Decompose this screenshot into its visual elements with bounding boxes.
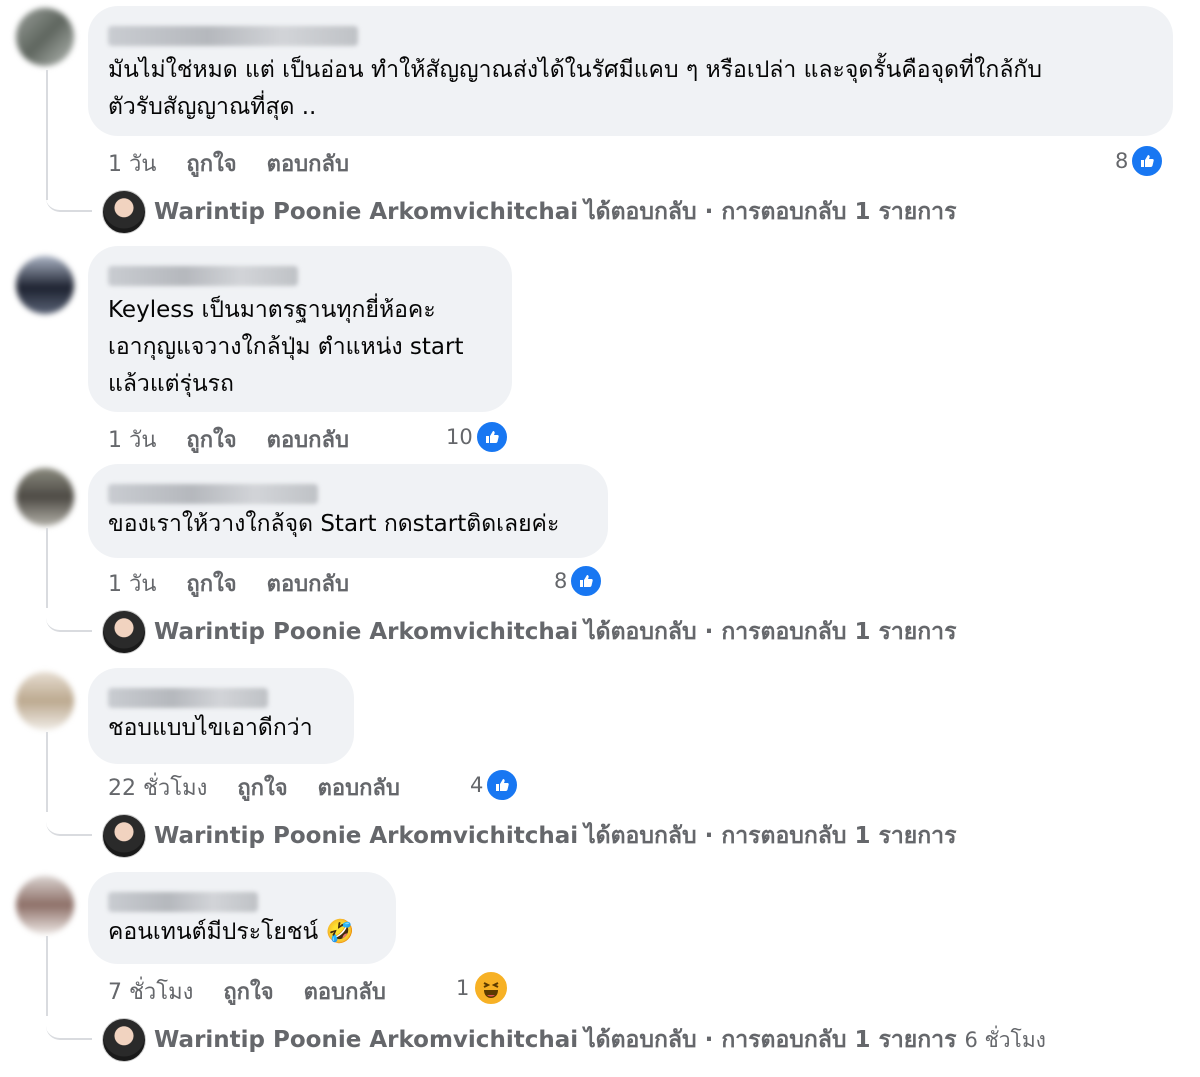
reply-avatar — [102, 190, 146, 234]
author-name-blurred[interactable] — [108, 484, 318, 504]
reply-button[interactable]: ตอบกลับ — [267, 422, 349, 457]
like-button[interactable]: ถูกใจ — [186, 566, 236, 601]
reply-summary-text[interactable]: ได้ตอบกลับ · การตอบกลับ 1 รายการ — [584, 818, 956, 854]
comment-actions: 1 วัน ถูกใจ ตอบกลับ — [108, 146, 379, 181]
reply-author-name[interactable]: Warintip Poonie Arkomvichitchai — [154, 619, 578, 645]
thread-connector — [46, 998, 92, 1040]
comment-time[interactable]: 7 ชั่วโมง — [108, 974, 193, 1009]
avatar[interactable] — [16, 468, 74, 526]
like-button[interactable]: ถูกใจ — [237, 770, 287, 805]
reaction-count[interactable]: 8 — [554, 564, 604, 598]
reply-button[interactable]: ตอบกลับ — [318, 770, 400, 805]
reply-button[interactable]: ตอบกลับ — [304, 974, 386, 1009]
like-button[interactable]: ถูกใจ — [186, 146, 236, 181]
reaction-count[interactable]: 1 — [456, 970, 510, 1006]
comment-bubble: มันไม่ใช่หมด แต่ เป็นอ่อน ทำให้สัญญาณส่ง… — [88, 6, 1173, 136]
reaction-count-number: 4 — [470, 773, 484, 797]
avatar[interactable] — [16, 672, 74, 730]
avatar[interactable] — [16, 256, 74, 314]
author-name-blurred[interactable] — [108, 26, 358, 46]
comment-time[interactable]: 1 วัน — [108, 146, 156, 181]
comment-bubble: Keyless เป็นมาตรฐานทุกยี่ห้อคะ เอากุญแจว… — [88, 246, 512, 412]
avatar[interactable] — [16, 8, 74, 66]
reply-author-name[interactable]: Warintip Poonie Arkomvichitchai — [154, 1027, 578, 1053]
comment-text: Keyless เป็นมาตรฐานทุกยี่ห้อคะ เอากุญแจว… — [108, 297, 464, 397]
like-icon — [569, 564, 604, 598]
reaction-count-number: 10 — [446, 425, 473, 449]
reply-button[interactable]: ตอบกลับ — [267, 146, 349, 181]
avatar[interactable] — [16, 876, 74, 934]
reply-summary[interactable]: Warintip Poonie Arkomvichitchai ได้ตอบกล… — [102, 814, 956, 858]
thread-connector — [46, 590, 92, 632]
comment-time[interactable]: 22 ชั่วโมง — [108, 770, 207, 805]
like-button[interactable]: ถูกใจ — [186, 422, 236, 457]
reply-avatar — [102, 814, 146, 858]
reply-time: 6 ชั่วโมง — [964, 1027, 1046, 1052]
reply-author-name[interactable]: Warintip Poonie Arkomvichitchai — [154, 199, 578, 225]
comment-text: มันไม่ใช่หมด แต่ เป็นอ่อน ทำให้สัญญาณส่ง… — [108, 57, 1042, 120]
comment-actions: 22 ชั่วโมง ถูกใจ ตอบกลับ — [108, 770, 430, 805]
comment-actions: 1 วัน ถูกใจ ตอบกลับ — [108, 566, 379, 601]
like-icon — [485, 768, 520, 802]
reply-author-name[interactable]: Warintip Poonie Arkomvichitchai — [154, 823, 578, 849]
haha-icon — [473, 970, 510, 1006]
comment-text: คอนเทนต์มีประโยชน์ 🤣 — [108, 919, 355, 945]
comment-actions: 7 ชั่วโมง ถูกใจ ตอบกลับ — [108, 974, 416, 1009]
reaction-count[interactable]: 10 — [446, 420, 509, 454]
comment-actions: 1 วัน ถูกใจ ตอบกลับ — [108, 422, 379, 457]
reply-avatar — [102, 1018, 146, 1062]
reply-button[interactable]: ตอบกลับ — [267, 566, 349, 601]
comment-text: ชอบแบบไขเอาดีกว่า — [108, 715, 313, 741]
thread-connector — [46, 794, 92, 836]
comment-time[interactable]: 1 วัน — [108, 422, 156, 457]
thread-connector — [46, 170, 92, 212]
reply-summary-text[interactable]: ได้ตอบกลับ · การตอบกลับ 1 รายการ — [584, 614, 956, 650]
reaction-count-number: 1 — [456, 976, 470, 1000]
reply-summary-text[interactable]: ได้ตอบกลับ · การตอบกลับ 1 รายการ — [584, 1022, 956, 1058]
author-name-blurred[interactable] — [108, 266, 298, 286]
reply-summary-text[interactable]: ได้ตอบกลับ · การตอบกลับ 1 รายการ — [584, 194, 956, 230]
comment-bubble: ของเราให้วางใกล้จุด Start กดstartติดเลยค… — [88, 464, 608, 558]
reaction-count-number: 8 — [554, 569, 568, 593]
comment-time[interactable]: 1 วัน — [108, 566, 156, 601]
reaction-count[interactable]: 8 — [1115, 144, 1165, 178]
author-name-blurred[interactable] — [108, 892, 258, 912]
comment-bubble: ชอบแบบไขเอาดีกว่า — [88, 668, 354, 764]
comment-text: ของเราให้วางใกล้จุด Start กดstartติดเลยค… — [108, 511, 560, 537]
reaction-count[interactable]: 4 — [470, 768, 520, 802]
reply-summary[interactable]: Warintip Poonie Arkomvichitchai ได้ตอบกล… — [102, 190, 956, 234]
like-button[interactable]: ถูกใจ — [223, 974, 273, 1009]
like-icon — [1130, 144, 1165, 178]
author-name-blurred[interactable] — [108, 688, 268, 708]
like-icon — [474, 420, 509, 454]
reply-summary[interactable]: Warintip Poonie Arkomvichitchai ได้ตอบกล… — [102, 1018, 1046, 1062]
reaction-count-number: 8 — [1115, 149, 1129, 173]
reply-avatar — [102, 610, 146, 654]
comment-bubble: คอนเทนต์มีประโยชน์ 🤣 — [88, 872, 396, 964]
reply-summary[interactable]: Warintip Poonie Arkomvichitchai ได้ตอบกล… — [102, 610, 956, 654]
